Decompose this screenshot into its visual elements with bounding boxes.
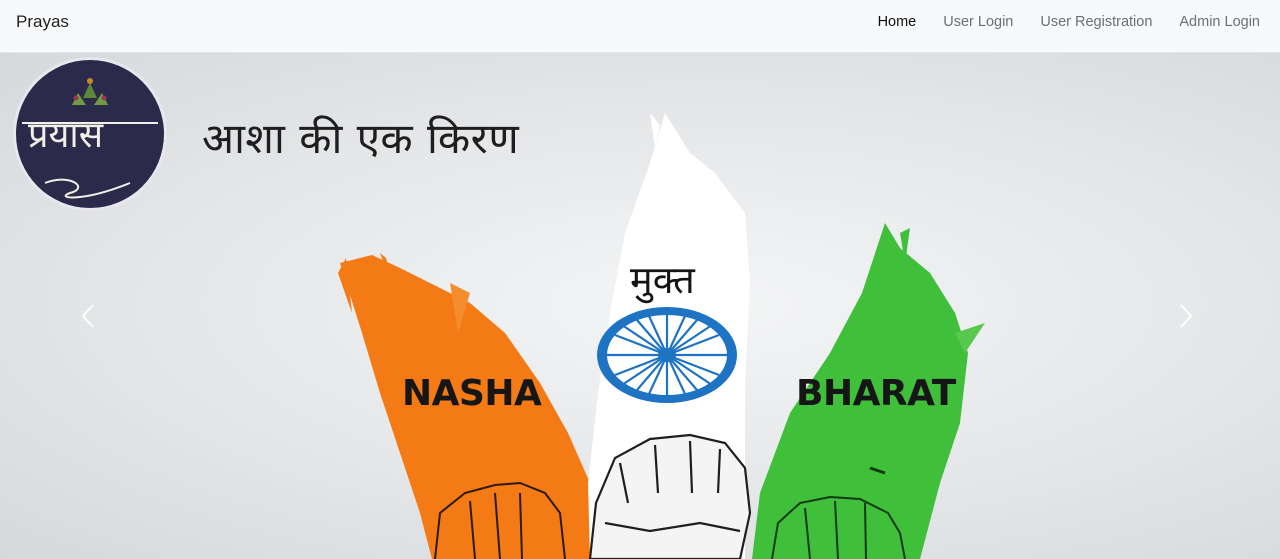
nav-link-home[interactable]: Home xyxy=(878,13,917,31)
nav-links: Home User Login User Registration Admin … xyxy=(851,13,1260,31)
ashoka-chakra xyxy=(597,307,737,403)
logo-wordmark: प्रयास xyxy=(28,115,104,156)
slide-left-word: NASHA xyxy=(402,373,542,414)
slide-right-word: BHARAT xyxy=(796,373,956,414)
nav-link-user-registration[interactable]: User Registration xyxy=(1040,13,1152,31)
chevron-right-icon xyxy=(1180,304,1193,328)
carousel-prev-button[interactable] xyxy=(58,281,118,351)
carousel-next-button[interactable] xyxy=(1156,281,1216,351)
brand-link[interactable]: Prayas xyxy=(16,12,69,32)
hero-carousel: प्रयास आशा की एक किरण मुक्त NASHA BHARAT xyxy=(0,53,1280,559)
slide-tagline: आशा की एक किरण xyxy=(202,114,520,163)
nav-link-admin-login[interactable]: Admin Login xyxy=(1179,13,1260,31)
nav-link-user-login[interactable]: User Login xyxy=(943,13,1013,31)
slide-center-word: मुक्त xyxy=(630,258,695,302)
chevron-left-icon xyxy=(81,304,94,328)
navbar: Prayas Home User Login User Registration… xyxy=(0,0,1280,53)
slide-image xyxy=(13,57,985,559)
